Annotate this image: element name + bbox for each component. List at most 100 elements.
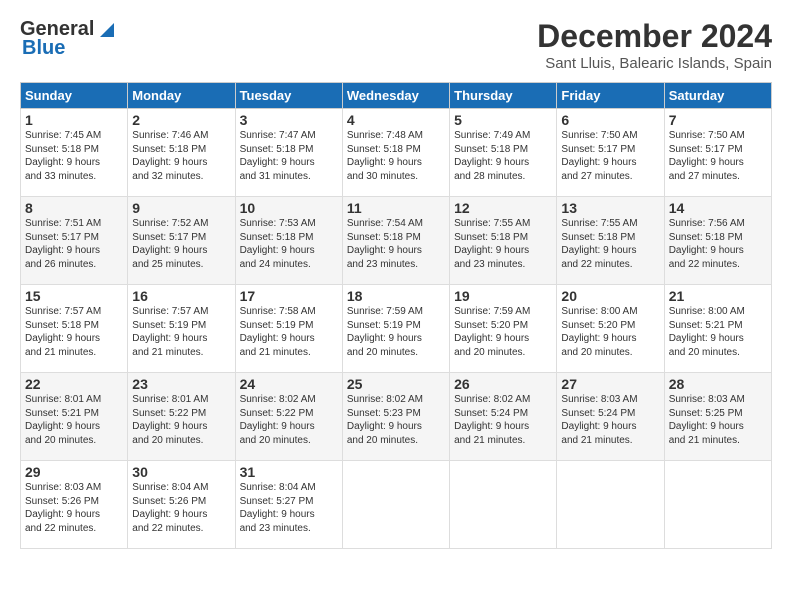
- title-area: December 2024 Sant Lluis, Balearic Islan…: [537, 18, 772, 72]
- day-number: 29: [25, 464, 123, 480]
- calendar-week-4: 22Sunrise: 8:01 AM Sunset: 5:21 PM Dayli…: [21, 373, 772, 461]
- day-info: Sunrise: 7:59 AM Sunset: 5:19 PM Dayligh…: [347, 305, 445, 359]
- day-number: 19: [454, 288, 552, 304]
- day-number: 8: [25, 200, 123, 216]
- day-info: Sunrise: 7:53 AM Sunset: 5:18 PM Dayligh…: [240, 217, 338, 271]
- col-thursday: Thursday: [450, 83, 557, 109]
- calendar-table: Sunday Monday Tuesday Wednesday Thursday…: [20, 82, 772, 549]
- day-info: Sunrise: 8:04 AM Sunset: 5:26 PM Dayligh…: [132, 481, 230, 535]
- day-number: 15: [25, 288, 123, 304]
- day-info: Sunrise: 8:02 AM Sunset: 5:23 PM Dayligh…: [347, 393, 445, 447]
- calendar-cell: 2Sunrise: 7:46 AM Sunset: 5:18 PM Daylig…: [128, 109, 235, 197]
- day-number: 11: [347, 200, 445, 216]
- day-number: 25: [347, 376, 445, 392]
- day-number: 20: [561, 288, 659, 304]
- day-number: 21: [669, 288, 767, 304]
- day-info: Sunrise: 7:51 AM Sunset: 5:17 PM Dayligh…: [25, 217, 123, 271]
- day-info: Sunrise: 7:50 AM Sunset: 5:17 PM Dayligh…: [669, 129, 767, 183]
- col-monday: Monday: [128, 83, 235, 109]
- day-info: Sunrise: 8:00 AM Sunset: 5:21 PM Dayligh…: [669, 305, 767, 359]
- day-info: Sunrise: 8:03 AM Sunset: 5:24 PM Dayligh…: [561, 393, 659, 447]
- day-number: 26: [454, 376, 552, 392]
- col-wednesday: Wednesday: [342, 83, 449, 109]
- day-number: 24: [240, 376, 338, 392]
- calendar-cell: 6Sunrise: 7:50 AM Sunset: 5:17 PM Daylig…: [557, 109, 664, 197]
- day-info: Sunrise: 7:57 AM Sunset: 5:19 PM Dayligh…: [132, 305, 230, 359]
- col-saturday: Saturday: [664, 83, 771, 109]
- calendar-week-3: 15Sunrise: 7:57 AM Sunset: 5:18 PM Dayli…: [21, 285, 772, 373]
- day-number: 5: [454, 112, 552, 128]
- subtitle: Sant Lluis, Balearic Islands, Spain: [537, 55, 772, 72]
- calendar-cell: [557, 461, 664, 549]
- calendar-week-5: 29Sunrise: 8:03 AM Sunset: 5:26 PM Dayli…: [21, 461, 772, 549]
- day-info: Sunrise: 7:52 AM Sunset: 5:17 PM Dayligh…: [132, 217, 230, 271]
- day-number: 17: [240, 288, 338, 304]
- calendar-cell: 4Sunrise: 7:48 AM Sunset: 5:18 PM Daylig…: [342, 109, 449, 197]
- day-number: 30: [132, 464, 230, 480]
- day-number: 6: [561, 112, 659, 128]
- day-number: 12: [454, 200, 552, 216]
- calendar-week-1: 1Sunrise: 7:45 AM Sunset: 5:18 PM Daylig…: [21, 109, 772, 197]
- calendar-cell: 24Sunrise: 8:02 AM Sunset: 5:22 PM Dayli…: [235, 373, 342, 461]
- day-info: Sunrise: 8:04 AM Sunset: 5:27 PM Dayligh…: [240, 481, 338, 535]
- calendar-week-2: 8Sunrise: 7:51 AM Sunset: 5:17 PM Daylig…: [21, 197, 772, 285]
- day-info: Sunrise: 8:00 AM Sunset: 5:20 PM Dayligh…: [561, 305, 659, 359]
- day-number: 7: [669, 112, 767, 128]
- day-number: 22: [25, 376, 123, 392]
- day-number: 14: [669, 200, 767, 216]
- calendar-cell: [342, 461, 449, 549]
- day-info: Sunrise: 8:01 AM Sunset: 5:22 PM Dayligh…: [132, 393, 230, 447]
- day-number: 9: [132, 200, 230, 216]
- day-number: 23: [132, 376, 230, 392]
- day-number: 31: [240, 464, 338, 480]
- calendar-cell: 17Sunrise: 7:58 AM Sunset: 5:19 PM Dayli…: [235, 285, 342, 373]
- calendar-cell: 8Sunrise: 7:51 AM Sunset: 5:17 PM Daylig…: [21, 197, 128, 285]
- calendar-cell: 25Sunrise: 8:02 AM Sunset: 5:23 PM Dayli…: [342, 373, 449, 461]
- day-info: Sunrise: 7:56 AM Sunset: 5:18 PM Dayligh…: [669, 217, 767, 271]
- calendar-cell: 23Sunrise: 8:01 AM Sunset: 5:22 PM Dayli…: [128, 373, 235, 461]
- day-info: Sunrise: 7:58 AM Sunset: 5:19 PM Dayligh…: [240, 305, 338, 359]
- calendar-cell: 19Sunrise: 7:59 AM Sunset: 5:20 PM Dayli…: [450, 285, 557, 373]
- day-info: Sunrise: 7:59 AM Sunset: 5:20 PM Dayligh…: [454, 305, 552, 359]
- calendar-cell: 18Sunrise: 7:59 AM Sunset: 5:19 PM Dayli…: [342, 285, 449, 373]
- calendar-cell: 1Sunrise: 7:45 AM Sunset: 5:18 PM Daylig…: [21, 109, 128, 197]
- day-number: 2: [132, 112, 230, 128]
- day-info: Sunrise: 7:54 AM Sunset: 5:18 PM Dayligh…: [347, 217, 445, 271]
- day-info: Sunrise: 8:01 AM Sunset: 5:21 PM Dayligh…: [25, 393, 123, 447]
- day-number: 10: [240, 200, 338, 216]
- day-info: Sunrise: 7:55 AM Sunset: 5:18 PM Dayligh…: [561, 217, 659, 271]
- day-info: Sunrise: 8:02 AM Sunset: 5:24 PM Dayligh…: [454, 393, 552, 447]
- calendar-cell: [664, 461, 771, 549]
- day-info: Sunrise: 7:55 AM Sunset: 5:18 PM Dayligh…: [454, 217, 552, 271]
- logo: General Blue: [20, 18, 118, 60]
- logo-blue: Blue: [20, 37, 65, 60]
- day-info: Sunrise: 7:45 AM Sunset: 5:18 PM Dayligh…: [25, 129, 123, 183]
- day-number: 3: [240, 112, 338, 128]
- calendar-cell: 21Sunrise: 8:00 AM Sunset: 5:21 PM Dayli…: [664, 285, 771, 373]
- day-info: Sunrise: 7:49 AM Sunset: 5:18 PM Dayligh…: [454, 129, 552, 183]
- col-friday: Friday: [557, 83, 664, 109]
- day-info: Sunrise: 7:47 AM Sunset: 5:18 PM Dayligh…: [240, 129, 338, 183]
- calendar-cell: 28Sunrise: 8:03 AM Sunset: 5:25 PM Dayli…: [664, 373, 771, 461]
- col-tuesday: Tuesday: [235, 83, 342, 109]
- calendar-cell: 20Sunrise: 8:00 AM Sunset: 5:20 PM Dayli…: [557, 285, 664, 373]
- day-info: Sunrise: 7:50 AM Sunset: 5:17 PM Dayligh…: [561, 129, 659, 183]
- day-number: 28: [669, 376, 767, 392]
- day-number: 13: [561, 200, 659, 216]
- calendar-cell: 11Sunrise: 7:54 AM Sunset: 5:18 PM Dayli…: [342, 197, 449, 285]
- calendar-cell: 16Sunrise: 7:57 AM Sunset: 5:19 PM Dayli…: [128, 285, 235, 373]
- day-info: Sunrise: 8:03 AM Sunset: 5:26 PM Dayligh…: [25, 481, 123, 535]
- day-number: 1: [25, 112, 123, 128]
- calendar-cell: 29Sunrise: 8:03 AM Sunset: 5:26 PM Dayli…: [21, 461, 128, 549]
- day-info: Sunrise: 8:03 AM Sunset: 5:25 PM Dayligh…: [669, 393, 767, 447]
- main-title: December 2024: [537, 18, 772, 55]
- calendar-cell: 5Sunrise: 7:49 AM Sunset: 5:18 PM Daylig…: [450, 109, 557, 197]
- calendar-cell: 13Sunrise: 7:55 AM Sunset: 5:18 PM Dayli…: [557, 197, 664, 285]
- day-number: 4: [347, 112, 445, 128]
- calendar-cell: 15Sunrise: 7:57 AM Sunset: 5:18 PM Dayli…: [21, 285, 128, 373]
- calendar-cell: 12Sunrise: 7:55 AM Sunset: 5:18 PM Dayli…: [450, 197, 557, 285]
- calendar-cell: [450, 461, 557, 549]
- day-info: Sunrise: 7:48 AM Sunset: 5:18 PM Dayligh…: [347, 129, 445, 183]
- calendar-cell: 10Sunrise: 7:53 AM Sunset: 5:18 PM Dayli…: [235, 197, 342, 285]
- logo-icon: [96, 19, 118, 41]
